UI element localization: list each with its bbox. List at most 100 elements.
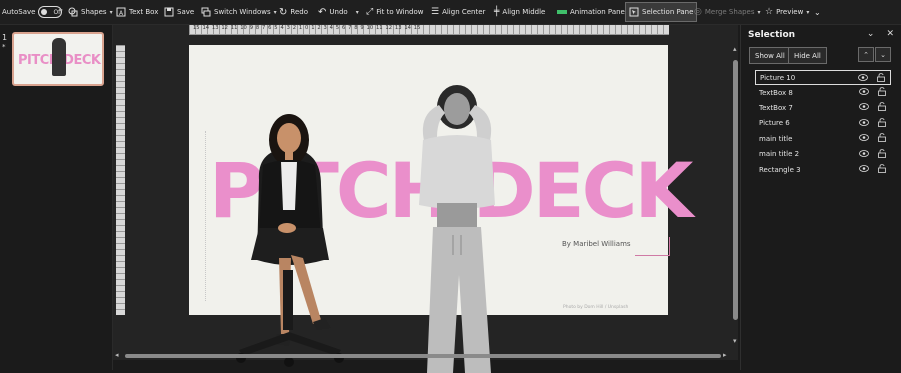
autosave-toggle[interactable] bbox=[38, 6, 63, 18]
chevron-down-icon[interactable]: ▾ bbox=[356, 9, 359, 16]
item-label: main title bbox=[759, 134, 793, 143]
hide-all-button[interactable]: Hide All bbox=[788, 47, 827, 64]
item-label: TextBox 7 bbox=[759, 104, 793, 113]
animation-pane-label: Animation Pane bbox=[570, 8, 625, 16]
horizontal-scrollbar[interactable]: ◂ ▸ bbox=[113, 351, 733, 360]
eye-icon[interactable] bbox=[859, 87, 869, 96]
chevron-down-icon: ▾ bbox=[109, 8, 113, 16]
animation-pane-button[interactable]: Animation Pane bbox=[557, 3, 625, 21]
align-middle-button[interactable]: ╪ Align Middle bbox=[494, 3, 545, 21]
list-item[interactable]: Rectangle 3 bbox=[755, 162, 891, 177]
scroll-right-arrow-icon[interactable]: ▸ bbox=[723, 351, 727, 359]
chevron-down-icon: ▾ bbox=[806, 8, 810, 16]
horizontal-scroll-thumb[interactable] bbox=[125, 354, 721, 358]
guide-line bbox=[205, 131, 206, 301]
switch-windows-icon bbox=[201, 7, 211, 17]
align-center-icon: ☰ bbox=[431, 7, 440, 17]
vertical-scroll-thumb[interactable] bbox=[733, 60, 738, 320]
picture-seated-woman[interactable] bbox=[229, 110, 349, 372]
fit-to-window-button[interactable]: ⤢ Fit to Window bbox=[366, 3, 424, 21]
undo-icon: ↶ bbox=[318, 6, 327, 18]
switch-windows-label: Switch Windows bbox=[214, 8, 271, 16]
chevron-down-icon: ▾ bbox=[273, 8, 277, 16]
eye-icon[interactable] bbox=[858, 73, 868, 82]
selection-handle[interactable] bbox=[635, 237, 670, 256]
animation-pane-icon bbox=[557, 10, 567, 14]
preview-button[interactable]: ☆ Preview ▾ bbox=[765, 3, 809, 21]
save-label: Save bbox=[177, 8, 195, 16]
customize-chevron-icon: ⌄ bbox=[814, 7, 821, 17]
chevron-down-icon: ⌄ bbox=[880, 50, 886, 59]
save-icon bbox=[164, 7, 174, 17]
picture-standing-woman[interactable] bbox=[387, 85, 527, 373]
eye-icon[interactable] bbox=[859, 133, 869, 142]
unlock-icon[interactable] bbox=[878, 148, 886, 158]
unlock-icon[interactable] bbox=[878, 164, 886, 173]
bring-forward-button[interactable]: ⌃ bbox=[858, 47, 874, 62]
merge-shapes-button[interactable]: ◎ Merge Shapes ▾ bbox=[694, 3, 761, 21]
selection-pane-button[interactable]: Selection Pane bbox=[625, 2, 698, 22]
unlock-icon[interactable] bbox=[878, 117, 886, 127]
list-item[interactable]: Picture 10 bbox=[755, 70, 891, 85]
eye-icon[interactable] bbox=[859, 164, 869, 173]
eye-icon[interactable] bbox=[859, 102, 869, 111]
send-backward-button[interactable]: ⌄ bbox=[875, 47, 891, 62]
fit-to-window-label: Fit to Window bbox=[376, 8, 424, 16]
align-middle-label: Align Middle bbox=[502, 8, 546, 16]
selection-pane-icon bbox=[629, 7, 639, 17]
shapes-button[interactable]: Shapes ▾ bbox=[68, 3, 113, 21]
close-icon[interactable]: ✕ bbox=[886, 29, 894, 39]
vertical-scrollbar[interactable]: ▴ ▾ bbox=[733, 45, 738, 350]
photo-credit[interactable]: Photo by Dom Hill / Unsplash bbox=[563, 305, 628, 310]
eye-icon[interactable] bbox=[859, 149, 869, 158]
chevron-down-icon[interactable]: ⌄ bbox=[867, 29, 875, 39]
slide-thumbnail-1[interactable]: PITCH DECK bbox=[12, 32, 104, 86]
unlock-icon[interactable] bbox=[878, 87, 886, 96]
text-box-button[interactable]: A Text Box bbox=[116, 3, 158, 21]
thumbnail-figure bbox=[52, 38, 66, 76]
list-item[interactable]: Picture 6 bbox=[755, 116, 891, 131]
slide-animation-marker: * bbox=[2, 43, 6, 51]
list-item[interactable]: TextBox 7 bbox=[755, 100, 891, 115]
redo-button[interactable]: ↻ Redo bbox=[279, 3, 308, 21]
customize-toolbar-button[interactable]: ⌄ bbox=[814, 3, 821, 21]
list-item[interactable]: TextBox 8 bbox=[755, 85, 891, 100]
save-button[interactable]: Save bbox=[164, 3, 194, 21]
ruler-ticks bbox=[116, 45, 125, 315]
undo-button[interactable]: ↶ Undo ▾ bbox=[318, 3, 359, 21]
pane-controls: ⌄ ✕ bbox=[867, 29, 894, 39]
selection-pane-title: Selection bbox=[748, 30, 796, 40]
switch-windows-button[interactable]: Switch Windows ▾ bbox=[201, 3, 277, 21]
scroll-left-arrow-icon[interactable]: ◂ bbox=[115, 351, 119, 359]
byline-text[interactable]: By Maribel Williams bbox=[562, 240, 631, 248]
preview-label: Preview bbox=[776, 8, 804, 16]
list-item[interactable]: main title bbox=[755, 131, 891, 146]
merge-shapes-label: Merge Shapes bbox=[704, 8, 755, 16]
chevron-up-icon: ⌃ bbox=[863, 50, 869, 59]
vertical-ruler[interactable] bbox=[116, 45, 125, 315]
eye-icon[interactable] bbox=[859, 118, 869, 127]
autosave-label: AutoSave bbox=[2, 8, 36, 16]
unlock-icon[interactable] bbox=[878, 133, 886, 143]
redo-label: Redo bbox=[290, 8, 308, 16]
show-all-button[interactable]: Show All bbox=[749, 47, 791, 64]
horizontal-ruler[interactable]: 15 14 13 12 11 10 9 8 7 6 5 4 3 2 1 0 1 … bbox=[189, 25, 669, 35]
unlock-icon[interactable] bbox=[877, 73, 885, 82]
unlock-icon[interactable] bbox=[878, 102, 886, 112]
item-label: Rectangle 3 bbox=[759, 165, 801, 174]
item-label: Picture 10 bbox=[760, 73, 796, 82]
scroll-down-arrow-icon[interactable]: ▾ bbox=[733, 337, 737, 345]
item-label: Picture 6 bbox=[759, 119, 790, 128]
slide-canvas[interactable]: PITCH DECK By Maribel Williams Photo by … bbox=[189, 45, 693, 373]
shapes-icon bbox=[68, 7, 78, 17]
autosave-control[interactable]: AutoSave Off bbox=[2, 3, 63, 21]
star-icon: ☆ bbox=[765, 7, 774, 17]
slide-number: 1 bbox=[2, 33, 8, 42]
shapes-label: Shapes bbox=[81, 8, 107, 16]
selection-pane: Selection ⌄ ✕ Show All Hide All ⌃ ⌄ Pict… bbox=[740, 25, 901, 370]
align-center-button[interactable]: ☰ Align Center bbox=[431, 3, 485, 21]
selection-pane-label: Selection Pane bbox=[642, 8, 694, 16]
slide-editor[interactable]: 15 14 13 12 11 10 9 8 7 6 5 4 3 2 1 0 1 … bbox=[113, 25, 738, 373]
list-item[interactable]: main title 2 bbox=[755, 147, 891, 162]
scroll-up-arrow-icon[interactable]: ▴ bbox=[733, 45, 737, 53]
